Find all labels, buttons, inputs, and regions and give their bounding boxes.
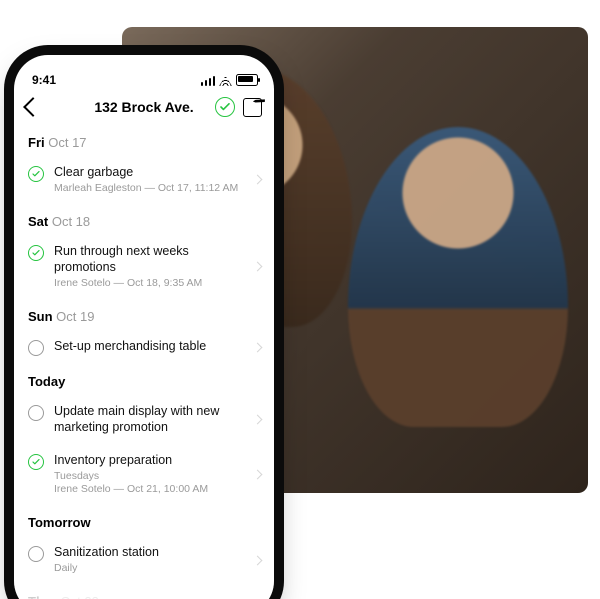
battery-icon xyxy=(236,74,258,86)
task-title: Update main display with new marketing p… xyxy=(54,403,244,436)
chevron-right-icon xyxy=(254,471,264,478)
check-icon xyxy=(220,103,230,111)
chevron-right-icon xyxy=(254,344,264,351)
task-row[interactable]: Sanitization station Daily xyxy=(14,536,274,584)
status-toggle[interactable] xyxy=(28,245,44,261)
section-date: Oct 19 xyxy=(53,309,95,324)
chevron-right-icon xyxy=(254,416,264,423)
section-header: Today xyxy=(14,364,274,395)
compose-button[interactable] xyxy=(243,98,262,117)
task-title: Sanitization station xyxy=(54,544,244,560)
status-time: 9:41 xyxy=(32,73,56,87)
empty-circle-icon xyxy=(28,340,44,356)
status-toggle[interactable] xyxy=(28,454,44,470)
task-body: Sanitization station Daily xyxy=(54,544,244,576)
task-row[interactable]: Set-up merchandising table xyxy=(14,330,274,364)
section-header: Sun Oct 19 xyxy=(14,299,274,330)
section-date: Oct 23 xyxy=(57,594,99,599)
task-body: Run through next weeks promotionsIrene S… xyxy=(54,243,244,291)
status-toggle[interactable] xyxy=(28,405,44,421)
wifi-icon xyxy=(219,76,232,86)
task-body: Inventory preparation TuesdaysIrene Sotel… xyxy=(54,452,244,498)
chevron-right-icon xyxy=(254,557,264,564)
section-header: Sat Oct 18 xyxy=(14,204,274,235)
section-day: Thur xyxy=(28,594,57,599)
task-row[interactable]: Update main display with new marketing p… xyxy=(14,395,274,444)
task-meta: Marleah Eagleston — Oct 17, 11:12 AM xyxy=(54,182,244,196)
check-circle-icon xyxy=(28,245,44,261)
section-day: Today xyxy=(28,374,65,389)
check-circle-icon xyxy=(28,454,44,470)
empty-circle-icon xyxy=(28,546,44,562)
task-body: Set-up merchandising table xyxy=(54,338,244,354)
task-body: Update main display with new marketing p… xyxy=(54,403,244,436)
section-date: Oct 17 xyxy=(45,135,87,150)
task-row[interactable]: Inventory preparation TuesdaysIrene Sotel… xyxy=(14,444,274,506)
task-meta: Irene Sotelo — Oct 18, 9:35 AM xyxy=(54,277,244,291)
task-meta: Daily xyxy=(54,562,244,576)
status-toggle[interactable] xyxy=(28,166,44,182)
chevron-right-icon xyxy=(254,263,264,270)
section-day: Sat xyxy=(28,214,48,229)
cellular-icon xyxy=(201,76,216,86)
section-day: Tomorrow xyxy=(28,515,91,530)
section-header: Fri Oct 17 xyxy=(14,125,274,156)
empty-circle-icon xyxy=(28,405,44,421)
task-title: Inventory preparation xyxy=(54,452,244,468)
status-bar: 9:41 xyxy=(14,55,274,89)
status-toggle[interactable] xyxy=(28,546,44,562)
section-day: Fri xyxy=(28,135,45,150)
task-title: Clear garbage xyxy=(54,164,244,180)
status-icons xyxy=(201,74,259,87)
section-header: Tomorrow xyxy=(14,505,274,536)
nav-bar: 132 Brock Ave. xyxy=(14,89,274,125)
section-date: Oct 18 xyxy=(48,214,90,229)
complete-all-button[interactable] xyxy=(215,97,235,117)
task-title: Run through next weeks promotions xyxy=(54,243,244,276)
task-meta: TuesdaysIrene Sotelo — Oct 21, 10:00 AM xyxy=(54,470,244,497)
phone-frame: 9:41 132 Brock Ave. Fri Oct 17 Clear garb… xyxy=(14,55,274,599)
task-body: Clear garbage Marleah Eagleston — Oct 17,… xyxy=(54,164,244,196)
section-header: Thur Oct 23 xyxy=(14,584,274,599)
task-row[interactable]: Run through next weeks promotionsIrene S… xyxy=(14,235,274,299)
chevron-right-icon xyxy=(254,176,264,183)
task-row[interactable]: Clear garbage Marleah Eagleston — Oct 17,… xyxy=(14,156,274,204)
status-toggle[interactable] xyxy=(28,340,44,356)
task-title: Set-up merchandising table xyxy=(54,338,244,354)
check-circle-icon xyxy=(28,166,44,182)
back-button[interactable] xyxy=(23,97,43,117)
task-list[interactable]: Fri Oct 17 Clear garbage Marleah Eagleston… xyxy=(14,125,274,599)
section-day: Sun xyxy=(28,309,53,324)
